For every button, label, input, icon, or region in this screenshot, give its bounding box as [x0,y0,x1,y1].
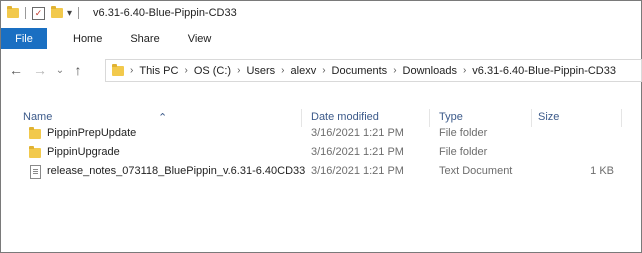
file-type: File folder [439,127,488,139]
new-folder-icon[interactable] [51,6,63,18]
folder-icon [112,63,124,76]
list-item[interactable]: release_notes_073118_BluePippin_v.6.31-6… [1,163,641,181]
back-arrow-icon[interactable]: ← [7,62,25,78]
divider [78,7,80,19]
breadcrumb-this-pc[interactable]: This PC [139,65,178,77]
recent-locations-icon[interactable]: ⌄ [53,65,67,76]
forward-arrow-icon[interactable]: → [31,62,49,78]
navigation-row: ← → ⌄ ↑ › This PC › OS (C:) › Users › al… [1,55,642,85]
list-item[interactable]: PippinUpgrade 3/16/2021 1:21 PM File fol… [1,144,641,162]
chevron-down-icon[interactable]: ▾ [67,8,72,19]
properties-icon[interactable]: ✓ [32,6,45,20]
folder-icon [29,127,41,139]
breadcrumb-documents[interactable]: Documents [332,65,388,77]
file-type: Text Document [439,165,513,177]
tab-share[interactable]: Share [130,33,159,45]
file-name: PippinPrepUpdate [47,127,137,139]
column-name[interactable]: Name [23,111,52,123]
file-date: 3/16/2021 1:21 PM [311,146,404,158]
tab-view[interactable]: View [188,33,212,45]
file-type: File folder [439,146,488,158]
file-size: 1 KB [590,165,614,177]
breadcrumb-alexv[interactable]: alexv [291,65,317,77]
column-size[interactable]: Size [538,111,559,123]
text-document-icon [30,165,41,179]
up-arrow-icon[interactable]: ↑ [69,62,87,78]
breadcrumb-users[interactable]: Users [246,65,275,77]
list-item[interactable]: PippinPrepUpdate 3/16/2021 1:21 PM File … [1,125,641,143]
tab-home[interactable]: Home [73,33,102,45]
window-title: v6.31-6.40-Blue-Pippin-CD33 [93,7,237,19]
address-bar[interactable]: › This PC › OS (C:) › Users › alexv › Do… [105,59,642,82]
ribbon-tabs: File Home Share View [1,28,641,49]
quick-access-toolbar: ✓ ▾ [7,6,85,20]
divider [25,7,26,19]
breadcrumb-downloads[interactable]: Downloads [403,65,457,77]
breadcrumb-os-c[interactable]: OS (C:) [194,65,231,77]
column-date-modified[interactable]: Date modified [311,111,379,123]
title-bar: ✓ ▾ v6.31-6.40-Blue-Pippin-CD33 [1,1,641,25]
file-date: 3/16/2021 1:21 PM [311,127,404,139]
file-name: PippinUpgrade [47,146,120,158]
folder-icon [29,146,41,158]
file-name: release_notes_073118_BluePippin_v.6.31-6… [47,165,306,177]
sort-caret-icon: ⌃ [158,112,168,124]
folder-icon [7,6,19,18]
tab-file[interactable]: File [1,28,47,49]
column-type[interactable]: Type [439,111,463,123]
explorer-window: ✓ ▾ v6.31-6.40-Blue-Pippin-CD33 File Hom… [0,0,642,253]
file-date: 3/16/2021 1:21 PM [311,165,404,177]
breadcrumb-current-folder[interactable]: v6.31-6.40-Blue-Pippin-CD33 [472,65,616,77]
